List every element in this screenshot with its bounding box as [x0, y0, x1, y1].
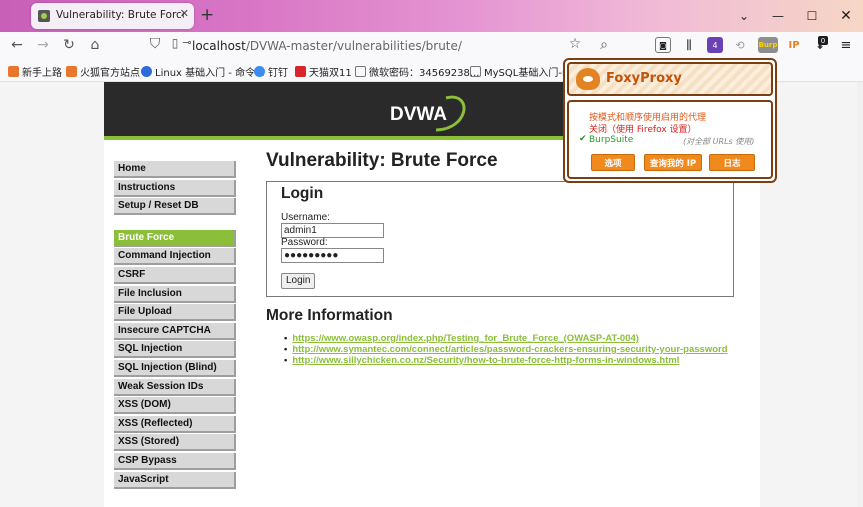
tmall-icon	[295, 66, 306, 77]
tab-bar: Vulnerability: Brute Force :: D ✕ + ⌄ — …	[0, 0, 863, 32]
svg-text:DVWA: DVWA	[390, 104, 447, 125]
shield-icon[interactable]: ⛉	[146, 36, 164, 52]
firefox-icon	[8, 66, 19, 77]
folder-icon	[355, 66, 366, 77]
sync-icon[interactable]: ⟲	[732, 37, 748, 53]
bookmark-item[interactable]: MySQL基础入门-my	[470, 64, 578, 79]
dvwa-menu: Home Instructions Setup / Reset DB Brute…	[114, 161, 236, 490]
menu-item-insecure-captcha[interactable]: Insecure CAPTCHA	[114, 322, 236, 340]
check-ip-button[interactable]: 查询我的 IP	[644, 154, 702, 171]
username-input[interactable]: admin1	[281, 223, 384, 238]
close-tab-icon[interactable]: ✕	[180, 7, 189, 20]
forward-icon[interactable]: →	[34, 37, 52, 53]
options-button[interactable]: 选项	[591, 154, 635, 171]
burp-extension-icon[interactable]: Burp	[758, 37, 778, 53]
menu-item-javascript[interactable]: JavaScript	[114, 471, 236, 489]
menu-item-xss-stored[interactable]: XSS (Stored)	[114, 434, 236, 452]
back-icon[interactable]: ←	[8, 37, 26, 53]
menu-item-brute-force[interactable]: Brute Force	[114, 229, 236, 247]
bookmark-label: 钉钉	[268, 68, 288, 79]
url-text: localhost/DVWA-master/vulnerabilities/br…	[192, 39, 462, 53]
page-scrollbar[interactable]	[857, 82, 863, 507]
address-bar[interactable]: ⛉ ▯ ⊸ localhost/DVWA-master/vulnerabilit…	[142, 35, 594, 57]
bookmark-label: 天猫双11	[309, 68, 352, 79]
proxy-note: (对全部 URLs 使用)	[683, 137, 755, 146]
menu-divider	[114, 217, 236, 230]
navigation-bar: ← → ↻ ⌂ ⛉ ▯ ⊸ localhost/DVWA-master/vuln…	[0, 32, 863, 60]
bookmark-item[interactable]: 钉钉	[254, 64, 288, 79]
downloads-badge: 0	[818, 36, 828, 45]
foxyproxy-title: FoxyProxy	[606, 71, 682, 86]
username-label: Username:	[281, 212, 330, 223]
fox-logo-icon	[576, 68, 600, 90]
menu-item-xss-reflected[interactable]: XSS (Reflected)	[114, 415, 236, 433]
info-link[interactable]: http://www.sillychicken.co.nz/Security/h…	[284, 355, 728, 366]
checkmark-icon: ✔	[579, 134, 587, 144]
more-info-links: https://www.owasp.org/index.php/Testing_…	[284, 333, 728, 366]
bookmark-label: 新手上路	[22, 68, 62, 79]
menu-item-command-injection[interactable]: Command Injection	[114, 248, 236, 266]
login-form: Login Username: admin1 Password: ●●●●●●●…	[266, 181, 734, 297]
dvwa-favicon-icon	[38, 10, 50, 22]
bookmark-label: 微软密码：34569238...	[369, 68, 480, 79]
bookmark-label: 火狐官方站点	[80, 68, 140, 79]
burp-label: Burp	[758, 41, 778, 49]
maximize-icon[interactable]: ☐	[795, 0, 829, 32]
bookmark-item[interactable]: 新手上路	[8, 64, 62, 79]
log-button[interactable]: 日志	[709, 154, 755, 171]
bookmark-item[interactable]: 天猫双11	[295, 64, 352, 79]
ip-extension-icon[interactable]: IP	[786, 37, 802, 53]
menu-item-csp-bypass[interactable]: CSP Bypass	[114, 452, 236, 470]
menu-item-file-inclusion[interactable]: File Inclusion	[114, 285, 236, 303]
foxyproxy-header: FoxyProxy	[567, 62, 773, 96]
home-icon[interactable]: ⌂	[86, 37, 104, 53]
menu-icon[interactable]: ≡	[838, 37, 854, 53]
proxy-burpsuite-option[interactable]: BurpSuite	[589, 135, 633, 145]
menu-item-instructions[interactable]: Instructions	[114, 179, 236, 197]
extension-badge-icon[interactable]: 4	[707, 37, 723, 53]
extension-badge-count: 4	[712, 40, 718, 50]
reader-icon[interactable]: ◙	[655, 37, 671, 53]
bookmark-item[interactable]: Linux 基础入门 - 命令...	[141, 64, 265, 79]
library-icon[interactable]: ⫼	[681, 37, 697, 53]
tab-list-icon[interactable]: ⌄	[727, 0, 761, 32]
login-heading: Login	[281, 185, 324, 202]
menu-item-file-upload[interactable]: File Upload	[114, 304, 236, 322]
ip-label: IP	[788, 39, 800, 51]
menu-item-setup[interactable]: Setup / Reset DB	[114, 198, 236, 216]
more-info-heading: More Information	[266, 307, 393, 324]
menu-item-xss-dom[interactable]: XSS (DOM)	[114, 397, 236, 415]
info-link[interactable]: http://www.symantec.com/connect/articles…	[284, 344, 727, 355]
cloud-icon	[141, 66, 152, 77]
menu-item-home[interactable]: Home	[114, 161, 236, 178]
login-button[interactable]: Login	[281, 273, 316, 289]
menu-item-sql-injection-blind[interactable]: SQL Injection (Blind)	[114, 359, 236, 377]
reload-icon[interactable]: ↻	[60, 37, 78, 53]
folder-icon	[470, 66, 481, 77]
info-link[interactable]: https://www.owasp.org/index.php/Testing_…	[284, 333, 728, 344]
foxyproxy-body: 按模式和顺序使用启用的代理 关闭（使用 Firefox 设置） ✔ BurpSu…	[567, 100, 773, 179]
menu-item-sql-injection[interactable]: SQL Injection	[114, 341, 236, 359]
password-input[interactable]: ●●●●●●●●●	[281, 248, 384, 263]
minimize-icon[interactable]: —	[761, 0, 795, 32]
dvwa-logo: DVWA	[390, 95, 466, 132]
menu-item-weak-session-ids[interactable]: Weak Session IDs	[114, 378, 236, 396]
menu-item-csrf[interactable]: CSRF	[114, 266, 236, 284]
downloads-badge-count: 0	[820, 36, 826, 45]
bookmark-item[interactable]: 火狐官方站点	[66, 64, 140, 79]
tab-dvwa[interactable]: Vulnerability: Brute Force :: D ✕	[31, 3, 194, 29]
bookmark-star-icon[interactable]: ☆	[566, 36, 584, 52]
search-icon[interactable]: ⌕	[595, 37, 613, 53]
bookmark-label: Linux 基础入门 - 命令...	[155, 68, 265, 79]
firefox-icon	[66, 66, 77, 77]
bookmark-item[interactable]: 微软密码：34569238...	[355, 64, 479, 79]
close-window-icon[interactable]: ✕	[829, 0, 863, 32]
foxyproxy-popup: FoxyProxy 按模式和顺序使用启用的代理 关闭（使用 Firefox 设置…	[563, 58, 777, 183]
dingtalk-icon	[254, 66, 265, 77]
mode-off-option[interactable]: 关闭（使用 Firefox 设置）	[589, 122, 697, 135]
new-tab-icon[interactable]: +	[200, 5, 214, 25]
tab-title: Vulnerability: Brute Force :: D	[56, 9, 184, 21]
password-label: Password:	[281, 237, 328, 248]
